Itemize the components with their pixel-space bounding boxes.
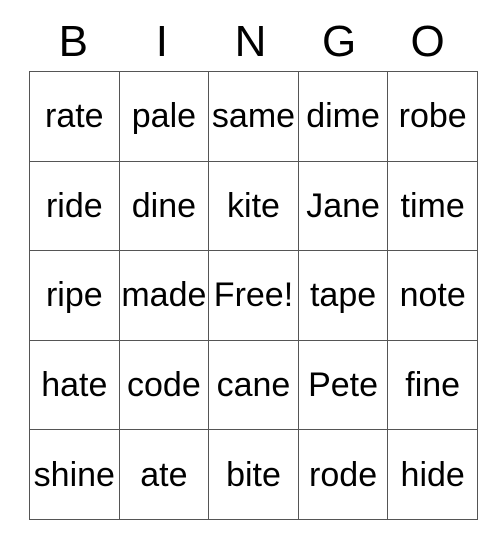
- bingo-cell[interactable]: time: [387, 160, 478, 252]
- bingo-cell[interactable]: tape: [297, 250, 389, 341]
- bingo-cell[interactable]: hide: [387, 429, 478, 520]
- bingo-header-letter-i: I: [155, 17, 168, 66]
- bingo-cell-free-space[interactable]: Free!: [208, 250, 299, 341]
- bingo-cell[interactable]: rate: [29, 71, 120, 162]
- bingo-cell[interactable]: bite: [208, 429, 299, 520]
- bingo-cell[interactable]: Jane: [297, 160, 389, 252]
- bingo-cell[interactable]: Pete: [297, 339, 389, 431]
- bingo-cell[interactable]: robe: [387, 71, 478, 162]
- bingo-cell[interactable]: ate: [118, 429, 210, 520]
- bingo-cell[interactable]: same: [208, 71, 299, 162]
- bingo-header-row: B I N G O: [29, 0, 472, 71]
- bingo-header-letter-o: O: [410, 17, 445, 66]
- bingo-cell[interactable]: dine: [118, 160, 210, 252]
- bingo-row: shine ate bite rode hide: [29, 429, 478, 520]
- bingo-cell[interactable]: rode: [297, 429, 389, 520]
- bingo-cell[interactable]: code: [118, 339, 210, 431]
- bingo-cell[interactable]: kite: [208, 160, 299, 252]
- bingo-header-letter-n: N: [234, 17, 267, 66]
- bingo-header-letter-b: B: [58, 17, 88, 66]
- bingo-cell[interactable]: cane: [208, 339, 299, 431]
- bingo-cell[interactable]: hate: [29, 339, 120, 431]
- bingo-grid: rate pale same dime robe ride dine kite …: [29, 71, 478, 520]
- bingo-cell[interactable]: pale: [118, 71, 210, 162]
- bingo-card: B I N G O rate pale same dime robe ride …: [29, 0, 478, 520]
- bingo-cell[interactable]: ripe: [29, 250, 120, 341]
- bingo-cell[interactable]: note: [387, 250, 478, 341]
- bingo-row: ride dine kite Jane time: [29, 160, 478, 252]
- bingo-cell[interactable]: shine: [29, 429, 120, 520]
- bingo-header-letter-g: G: [321, 17, 357, 66]
- bingo-row: hate code cane Pete fine: [29, 339, 478, 431]
- bingo-cell[interactable]: fine: [387, 339, 478, 431]
- bingo-row: ripe made Free! tape note: [29, 250, 478, 341]
- bingo-row: rate pale same dime robe: [29, 71, 478, 162]
- bingo-cell[interactable]: dime: [297, 71, 389, 162]
- bingo-cell[interactable]: made: [118, 250, 210, 341]
- bingo-cell[interactable]: ride: [29, 160, 120, 252]
